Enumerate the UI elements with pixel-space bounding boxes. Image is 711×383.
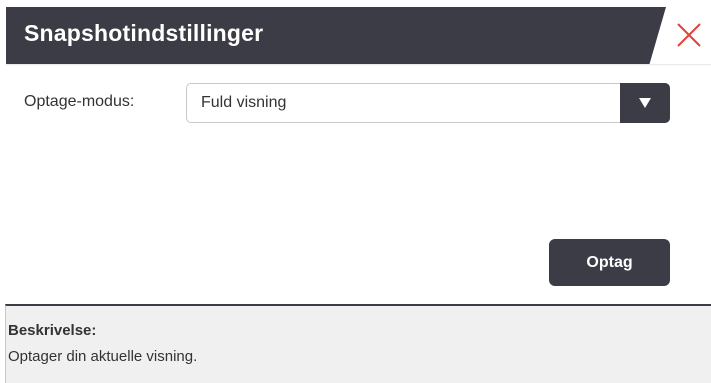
record-button[interactable]: Optag — [549, 239, 670, 286]
header-divider — [6, 64, 711, 66]
close-button[interactable] — [671, 17, 707, 53]
dialog-header: Snapshotindstillinger — [0, 7, 711, 64]
snapshot-settings-dialog: Snapshotindstillinger Optage-modus: Fuld… — [0, 0, 711, 383]
recording-mode-value: Fuld visning — [201, 94, 287, 111]
dropdown-button[interactable] — [620, 83, 670, 123]
description-title: Beskrivelse: — [8, 322, 97, 339]
description-text: Optager din aktuelle visning. — [8, 348, 198, 365]
dialog-title: Snapshotindstillinger — [24, 20, 264, 46]
close-icon — [677, 23, 701, 47]
recording-mode-label: Optage-modus: — [24, 93, 135, 110]
description-panel: Beskrivelse: Optager din aktuelle visnin… — [5, 304, 711, 383]
caret-down-icon — [639, 98, 651, 108]
recording-mode-select[interactable]: Fuld visning — [186, 83, 670, 123]
